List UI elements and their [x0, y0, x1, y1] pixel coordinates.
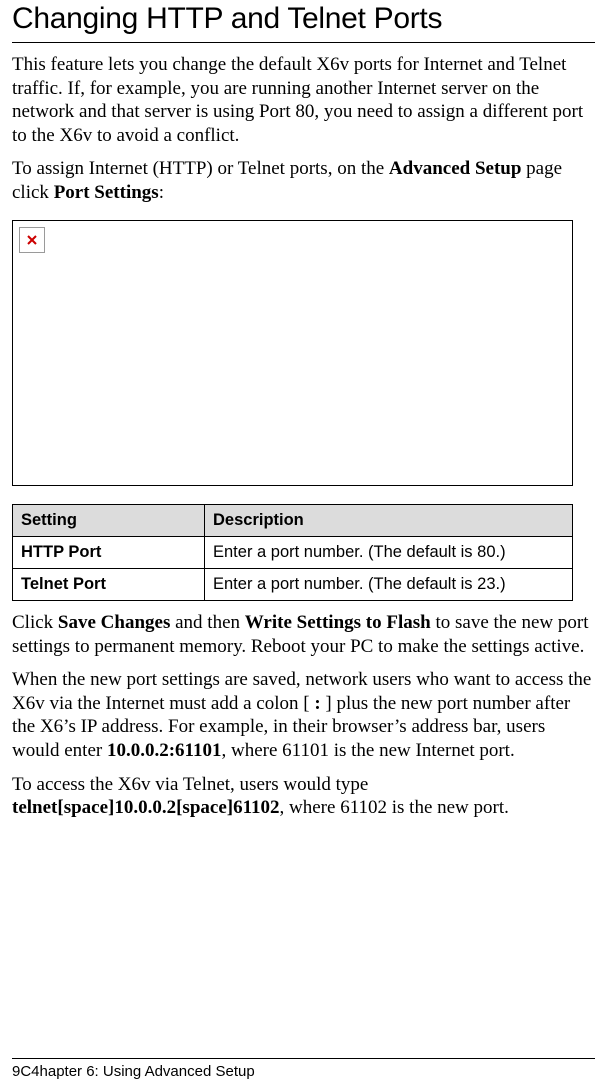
table-row: Telnet Port Enter a port number. (The de…	[13, 569, 573, 601]
col-description: Description	[205, 505, 573, 537]
intro-paragraph: This feature lets you change the default…	[12, 53, 595, 147]
settings-table: Setting Description HTTP Port Enter a po…	[12, 504, 573, 601]
page-footer: 9C4hapter 6: Using Advanced Setup	[12, 1058, 595, 1080]
footer-rule	[12, 1058, 595, 1059]
telnet-access-paragraph: To access the X6v via Telnet, users woul…	[12, 773, 595, 820]
page-title: Changing HTTP and Telnet Ports	[12, 0, 595, 43]
bold-text: Write Settings to Flash	[245, 612, 431, 633]
setting-name: HTTP Port	[13, 537, 205, 569]
table-header-row: Setting Description	[13, 505, 573, 537]
setting-desc: Enter a port number. (The default is 80.…	[205, 537, 573, 569]
setting-name: Telnet Port	[13, 569, 205, 601]
text: Click	[12, 612, 58, 633]
bold-text: Port Settings	[54, 182, 159, 203]
save-paragraph: Click Save Changes and then Write Settin…	[12, 611, 595, 658]
bold-text: telnet[space]10.0.0.2[space]61102	[12, 797, 280, 818]
text: , where 61101 is the new Internet port.	[222, 740, 515, 761]
bold-text: Save Changes	[58, 612, 170, 633]
bold-text: 10.0.0.2:61101	[107, 740, 222, 761]
text: To assign Internet (HTTP) or Telnet port…	[12, 158, 389, 179]
http-access-paragraph: When the new port settings are saved, ne…	[12, 668, 595, 762]
text: , where 61102 is the new port.	[280, 797, 509, 818]
text: :	[159, 182, 164, 203]
footer-label: 9C4hapter 6: Using Advanced Setup	[12, 1063, 255, 1080]
instruction-paragraph: To assign Internet (HTTP) or Telnet port…	[12, 157, 595, 204]
table-row: HTTP Port Enter a port number. (The defa…	[13, 537, 573, 569]
broken-image-icon	[19, 227, 45, 253]
text: and then	[170, 612, 244, 633]
footer-text: 9C4hapter 6: Using Advanced Setup	[12, 1063, 595, 1080]
col-setting: Setting	[13, 505, 205, 537]
screenshot-placeholder	[12, 220, 573, 486]
text: To access the X6v via Telnet, users woul…	[12, 774, 368, 795]
setting-desc: Enter a port number. (The default is 23.…	[205, 569, 573, 601]
bold-text: Advanced Setup	[389, 158, 522, 179]
